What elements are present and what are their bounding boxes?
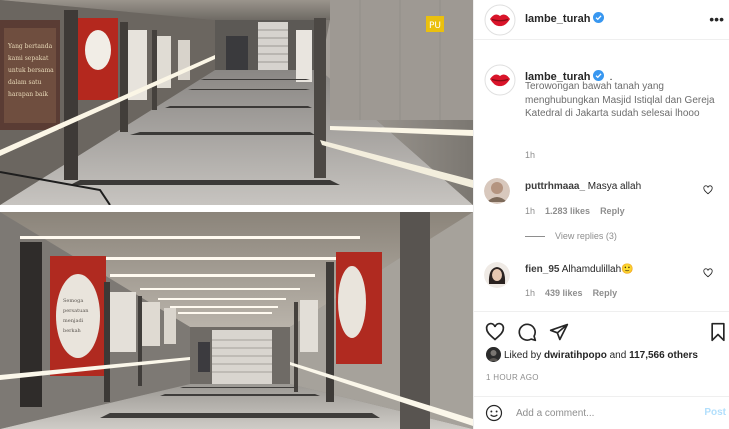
caption-time[interactable]: 1h bbox=[525, 150, 535, 160]
svg-text:harapan baik: harapan baik bbox=[8, 91, 48, 98]
author-username-header[interactable]: lambe_turah bbox=[525, 12, 605, 25]
svg-text:Yang bertanda: Yang bertanda bbox=[7, 43, 53, 50]
comment-username[interactable]: fien_95 bbox=[525, 264, 559, 275]
comment-body: Alhamdulillah🙂 bbox=[561, 264, 634, 275]
author-avatar[interactable] bbox=[484, 4, 516, 36]
tunnel-photo-bottom: Semoga persatuan menjadi berkah bbox=[0, 212, 473, 429]
liked-others[interactable]: 117,566 others bbox=[629, 350, 698, 361]
comment-username[interactable]: puttrhmaaa_ bbox=[525, 181, 585, 192]
comment-reply-button[interactable]: Reply bbox=[600, 206, 625, 216]
comment-avatar[interactable] bbox=[484, 262, 510, 288]
bookmark-icon[interactable] bbox=[708, 322, 728, 342]
post-time-ago[interactable]: 1 HOUR AGO bbox=[486, 373, 539, 382]
comment-reply-button[interactable]: Reply bbox=[593, 288, 618, 298]
add-comment-bar: Post bbox=[474, 396, 729, 429]
verified-badge-icon bbox=[593, 12, 605, 23]
comment-meta: 1h 1.283 likes Reply bbox=[525, 206, 625, 216]
post-media[interactable]: Yang bertanda kami sepakat untuk bersama d… bbox=[0, 0, 473, 429]
svg-text:untuk bersama: untuk bersama bbox=[8, 67, 54, 74]
svg-text:dalam satu: dalam satu bbox=[8, 79, 42, 86]
liked-and: and bbox=[606, 350, 630, 361]
liked-prefix: Liked by bbox=[504, 350, 545, 361]
caption-text: Terowongan bawah tanah yang menghubungka… bbox=[525, 81, 715, 119]
author-username-text[interactable]: lambe_turah bbox=[525, 13, 590, 25]
comment-meta: 1h 439 likes Reply bbox=[525, 288, 617, 298]
view-replies-line bbox=[525, 236, 545, 238]
comment-time[interactable]: 1h bbox=[525, 288, 535, 298]
comment-avatar[interactable] bbox=[484, 178, 510, 204]
post-panel: lambe_turah ••• lambe_turah . Terowongan… bbox=[473, 0, 729, 429]
comment-like-heart-icon[interactable] bbox=[703, 268, 713, 278]
liker-avatar[interactable] bbox=[486, 347, 501, 362]
comment-icon[interactable] bbox=[517, 322, 537, 342]
svg-text:PU: PU bbox=[429, 21, 441, 31]
action-bar bbox=[474, 311, 729, 351]
caption-avatar[interactable] bbox=[484, 64, 516, 96]
liked-user[interactable]: dwiratihpopo bbox=[544, 350, 607, 361]
comment-like-heart-icon[interactable] bbox=[703, 185, 713, 195]
svg-text:berkah: berkah bbox=[63, 328, 82, 334]
svg-text:kami sepakat: kami sepakat bbox=[8, 55, 49, 62]
post-button[interactable]: Post bbox=[704, 407, 726, 418]
comment-likes[interactable]: 1.283 likes bbox=[545, 206, 590, 216]
svg-text:menjadi: menjadi bbox=[63, 318, 84, 324]
comment-row: fien_95 Alhamdulillah🙂 bbox=[525, 264, 634, 275]
comment-likes[interactable]: 439 likes bbox=[545, 288, 583, 298]
view-replies-label[interactable]: View replies (3) bbox=[555, 231, 617, 241]
comment-input[interactable] bbox=[516, 405, 686, 421]
comment-body: Masya allah bbox=[587, 181, 642, 192]
comment-time[interactable]: 1h bbox=[525, 206, 535, 216]
paper-plane-icon[interactable] bbox=[549, 322, 569, 342]
emoji-icon[interactable] bbox=[485, 404, 503, 422]
view-replies-button[interactable]: View replies (3) bbox=[525, 231, 617, 241]
svg-text:Semoga: Semoga bbox=[63, 298, 83, 304]
post-header: lambe_turah ••• bbox=[474, 0, 729, 40]
heart-icon[interactable] bbox=[485, 322, 505, 342]
comment-row: puttrhmaaa_ Masya allah bbox=[525, 181, 641, 192]
svg-text:persatuan: persatuan bbox=[63, 308, 89, 314]
more-horizontal-icon[interactable]: ••• bbox=[709, 12, 724, 26]
liked-by: Liked by dwiratihpopo and 117,566 others bbox=[486, 347, 698, 362]
tunnel-photo-top: Yang bertanda kami sepakat untuk bersama d… bbox=[0, 0, 473, 205]
